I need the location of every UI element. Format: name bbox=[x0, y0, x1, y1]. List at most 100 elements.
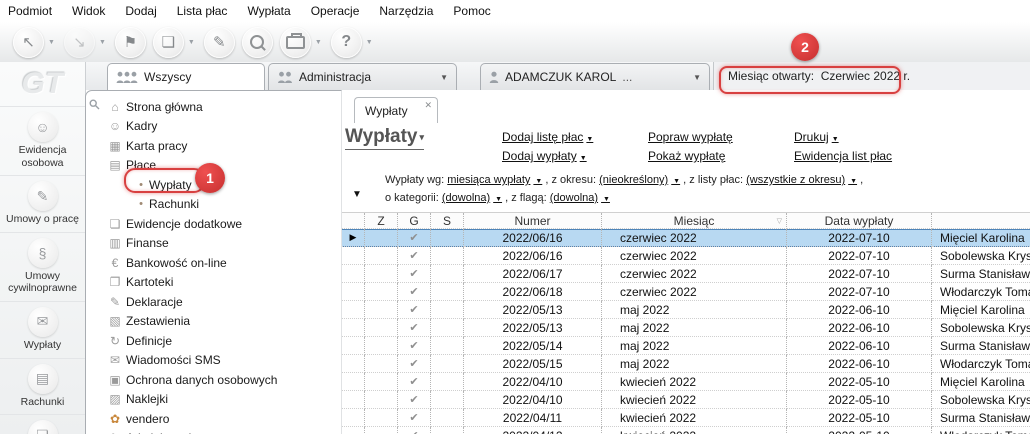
action-link-drukuj[interactable]: Drukuj ▼ bbox=[794, 130, 912, 144]
context-tab-label: Administracja bbox=[299, 70, 372, 84]
context-tab-employee[interactable]: ADAMCZUK KAROL ... ▼ bbox=[480, 63, 710, 90]
table-row[interactable]: ✔ 2022/06/18 czerwiec 2022 2022-07-10 Włodar… bbox=[342, 283, 1030, 301]
table-row[interactable]: ✔ 2022/05/13 maj 2022 2022-06-10 Sobolewska … bbox=[342, 319, 1030, 337]
header-cell-data_wyplaty[interactable]: Data wypłaty bbox=[787, 213, 932, 229]
header-cell-g[interactable]: G bbox=[398, 213, 431, 229]
header-cell-miesiac[interactable]: Miesiąc ▽ bbox=[602, 213, 787, 229]
table-row[interactable]: ✔ 2022/04/10 kwiecień 2022 2022-05-10 Sobole… bbox=[342, 391, 1030, 409]
table-row[interactable]: ✔ 2022/05/13 maj 2022 2022-06-10 Mięciel Kar… bbox=[342, 301, 1030, 319]
chevron-down-icon[interactable]: ▼ bbox=[693, 73, 701, 82]
action-link-poka-wyp-at[interactable]: Pokaż wypłatę bbox=[648, 149, 766, 163]
action-link-dodaj-list-p-ac[interactable]: Dodaj listę płac ▼ bbox=[502, 130, 620, 144]
filter-dropdown-dowolna[interactable]: (dowolna) ▼ bbox=[550, 192, 610, 204]
menu-item-narz-dzia[interactable]: Narzędzia bbox=[379, 4, 433, 18]
receipt-icon: ▤ bbox=[27, 363, 58, 394]
tree-item-strona-g-wna[interactable]: ⌂ Strona główna bbox=[86, 97, 341, 117]
tree-item-vendero[interactable]: ✿ vendero bbox=[86, 409, 341, 429]
tree-item-karta-pracy[interactable]: ▦ Karta pracy bbox=[86, 136, 341, 156]
tree-item-zestawienia[interactable]: ▧ Zestawienia bbox=[86, 312, 341, 332]
menu-item-operacje[interactable]: Operacje bbox=[311, 4, 360, 18]
tree-item-label: Strona główna bbox=[126, 99, 203, 114]
tree-item-ewidencje-dodatkowe[interactable]: ❏ Ewidencje dodatkowe bbox=[86, 214, 341, 234]
menu-item-lista-p-ac[interactable]: Lista płac bbox=[177, 4, 228, 18]
cell-numer: 2022/04/10 bbox=[464, 391, 602, 409]
chevron-down-icon[interactable]: ▼ bbox=[366, 39, 373, 46]
tree-item-finanse[interactable]: ▥ Finanse bbox=[86, 234, 341, 254]
action-link-popraw-wyp-at[interactable]: Popraw wypłatę bbox=[648, 130, 766, 144]
chevron-down-icon[interactable]: ▼ bbox=[440, 73, 448, 82]
sidebar-item-umowy-cywilnoprawne[interactable]: § Umowy cywilnoprawne bbox=[0, 231, 85, 301]
table-row[interactable]: ✔ 2022/05/15 maj 2022 2022-06-10 Włodarczyk … bbox=[342, 355, 1030, 373]
sidebar-item-deklaracje-skarbowe[interactable]: ❏Deklaracje skarbowe bbox=[0, 414, 85, 434]
menu-item-pomoc[interactable]: Pomoc bbox=[453, 4, 490, 18]
action-link-ewidencja-list-p-ac[interactable]: Ewidencja list płac bbox=[794, 149, 912, 163]
row-marker-icon: ▶ bbox=[349, 232, 357, 242]
cell-osoba: Surma Stanisław bbox=[932, 337, 1030, 355]
table-row[interactable]: ✔ 2022/06/16 czerwiec 2022 2022-07-10 Sobole… bbox=[342, 247, 1030, 265]
filter-dropdown-miesi-ca-wyp-aty[interactable]: miesiąca wypłaty ▼ bbox=[447, 174, 542, 186]
close-icon[interactable]: ✕ bbox=[424, 100, 432, 111]
privacy-icon: ▣ bbox=[109, 372, 121, 387]
cell-numer: 2022/04/10 bbox=[464, 373, 602, 391]
tree-item-administracja[interactable]: ✎Administracja bbox=[86, 429, 341, 434]
sidebar-item-ewidencja-osobowa[interactable]: ☺ Ewidencja osobowa bbox=[0, 106, 85, 175]
edit-button[interactable]: ✎ bbox=[203, 26, 235, 58]
filter-dropdown-nieokre-lony[interactable]: (nieokreślony) ▼ bbox=[599, 174, 680, 186]
table-row[interactable]: ✔ 2022/05/14 maj 2022 2022-06-10 Surma Stani… bbox=[342, 337, 1030, 355]
new-document-button[interactable]: ❏ bbox=[152, 26, 184, 58]
pin-icon[interactable] bbox=[89, 99, 100, 110]
chevron-down-icon: ▼ bbox=[586, 136, 594, 143]
filter-dropdown-wszystkie-z-okresu[interactable]: (wszystkie z okresu) ▼ bbox=[746, 174, 857, 186]
help-button[interactable]: ? bbox=[330, 26, 362, 58]
chevron-down-icon[interactable]: ▼ bbox=[99, 39, 106, 46]
header-cell-numer[interactable]: Numer bbox=[464, 213, 602, 229]
table-row[interactable]: ✔ 2022/04/10 kwiecień 2022 2022-05-10 Mięcie… bbox=[342, 373, 1030, 391]
tree-item-rachunki[interactable]: • Rachunki bbox=[86, 195, 341, 215]
header-cell-z[interactable]: Z bbox=[365, 213, 398, 229]
check-icon: ✔ bbox=[409, 286, 419, 298]
chevron-down-icon[interactable]: ▼ bbox=[188, 39, 195, 46]
context-tab-all-employees[interactable]: Wszyscy bbox=[107, 63, 265, 90]
tree-item-definicje[interactable]: ↻ Definicje bbox=[86, 331, 341, 351]
sidebar-item-wyp-aty[interactable]: ✉ Wypłaty bbox=[0, 300, 85, 358]
go-to-button[interactable]: ↘ bbox=[63, 26, 95, 58]
chevron-down-icon[interactable]: ▼ bbox=[48, 39, 55, 46]
table-row[interactable]: ✔ 2022/04/12kwiecień 20222022-05-10Włodar… bbox=[342, 427, 1030, 434]
action-link-dodaj-wyp-aty[interactable]: Dodaj wypłaty ▼ bbox=[502, 149, 620, 163]
print-button[interactable] bbox=[279, 26, 311, 58]
sidebar-item-rachunki[interactable]: ▤ Rachunki bbox=[0, 357, 85, 415]
header-cell-s[interactable]: S bbox=[431, 213, 464, 229]
tree-item-ochrona-danych-osobowych[interactable]: ▣ Ochrona danych osobowych bbox=[86, 370, 341, 390]
flag-button[interactable]: ⚑ bbox=[114, 26, 146, 58]
sidebar-item-umowy-o-prac[interactable]: ✎ Umowy o pracę bbox=[0, 175, 85, 232]
header-cell-osoba[interactable] bbox=[932, 213, 1030, 229]
document-tab-wyplaty[interactable]: Wypłaty ✕ bbox=[354, 97, 438, 123]
chevron-down-icon: ▼ bbox=[671, 178, 681, 185]
table-row[interactable]: ▶ ✔ 2022/06/16 czerwiec 2022 2022-07-10 Mięci… bbox=[342, 229, 1030, 247]
cell-marker bbox=[342, 319, 365, 337]
filter-expander-icon[interactable]: ▼ bbox=[352, 189, 362, 200]
tree-item-naklejki[interactable]: ▨ Naklejki bbox=[86, 390, 341, 410]
page-title[interactable]: Wypłaty ▾ bbox=[345, 126, 425, 150]
cell-marker bbox=[342, 409, 365, 427]
pointer-button[interactable]: ↖ bbox=[13, 26, 44, 58]
search-button[interactable] bbox=[241, 26, 273, 58]
menu-item-wyp-ata[interactable]: Wypłata bbox=[247, 4, 290, 18]
cell-g: ✔ bbox=[398, 319, 431, 337]
tree-item-kadry[interactable]: ☺ Kadry bbox=[86, 117, 341, 137]
menu-item-widok[interactable]: Widok bbox=[72, 4, 105, 18]
tree-item-kartoteki[interactable]: ❐ Kartoteki bbox=[86, 273, 341, 293]
tree-item-deklaracje[interactable]: ✎ Deklaracje bbox=[86, 292, 341, 312]
table-row[interactable]: ✔ 2022/04/11 kwiecień 2022 2022-05-10 Surma … bbox=[342, 409, 1030, 427]
chevron-down-icon[interactable]: ▼ bbox=[315, 39, 322, 46]
menu-item-dodaj[interactable]: Dodaj bbox=[125, 4, 156, 18]
tree-item-wiadomo-ci-sms[interactable]: ✉ Wiadomości SMS bbox=[86, 351, 341, 371]
context-tab-group[interactable]: Administracja ▼ bbox=[268, 63, 457, 90]
cell-osoba: Surma Stanisław bbox=[932, 265, 1030, 283]
filter-dropdown-dowolna[interactable]: (dowolna) ▼ bbox=[442, 192, 502, 204]
tree-item-label: Naklejki bbox=[126, 392, 169, 407]
menu-item-podmiot[interactable]: Podmiot bbox=[8, 4, 52, 18]
cell-g: ✔ bbox=[398, 247, 431, 265]
tree-item-bankowo-on-line[interactable]: € Bankowość on-line bbox=[86, 253, 341, 273]
table-row[interactable]: ✔ 2022/06/17 czerwiec 2022 2022-07-10 Surma … bbox=[342, 265, 1030, 283]
